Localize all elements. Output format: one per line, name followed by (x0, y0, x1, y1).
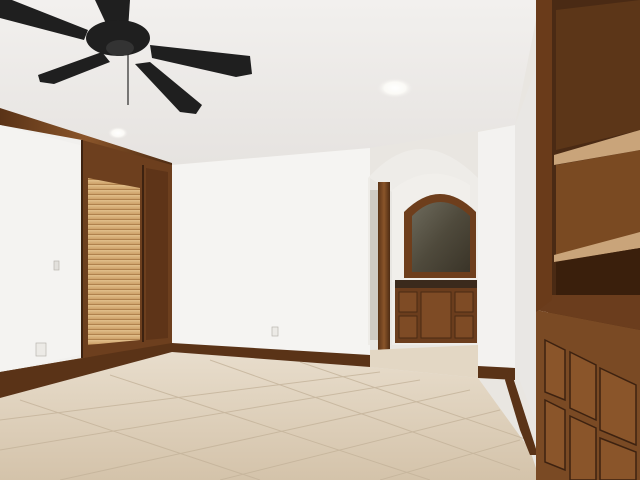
cabinet-drawer (398, 315, 418, 339)
vanity-mirror (412, 202, 470, 272)
cabinet-drawer (398, 291, 418, 313)
window-panel-right (146, 168, 168, 340)
recessed-light (377, 78, 413, 98)
shelf-back-upper (556, 0, 640, 150)
doorway-dark (370, 190, 378, 340)
arch-right-wall (478, 125, 515, 368)
left-wall-panel (0, 125, 80, 372)
door-casing (378, 182, 390, 350)
fan-hub (106, 40, 134, 56)
recessed-light-small (108, 127, 128, 139)
cabinet-drawer (454, 291, 474, 313)
room-photo (0, 0, 640, 480)
cabinet-drawer (454, 315, 474, 339)
window-with-blinds (88, 178, 140, 345)
outlet (271, 326, 279, 337)
light-switch (53, 260, 60, 271)
shelf-side-panel (536, 0, 552, 312)
cabinet-door (420, 291, 452, 339)
back-wall (172, 148, 370, 355)
outlet (35, 342, 47, 357)
vanity-counter (395, 280, 477, 288)
